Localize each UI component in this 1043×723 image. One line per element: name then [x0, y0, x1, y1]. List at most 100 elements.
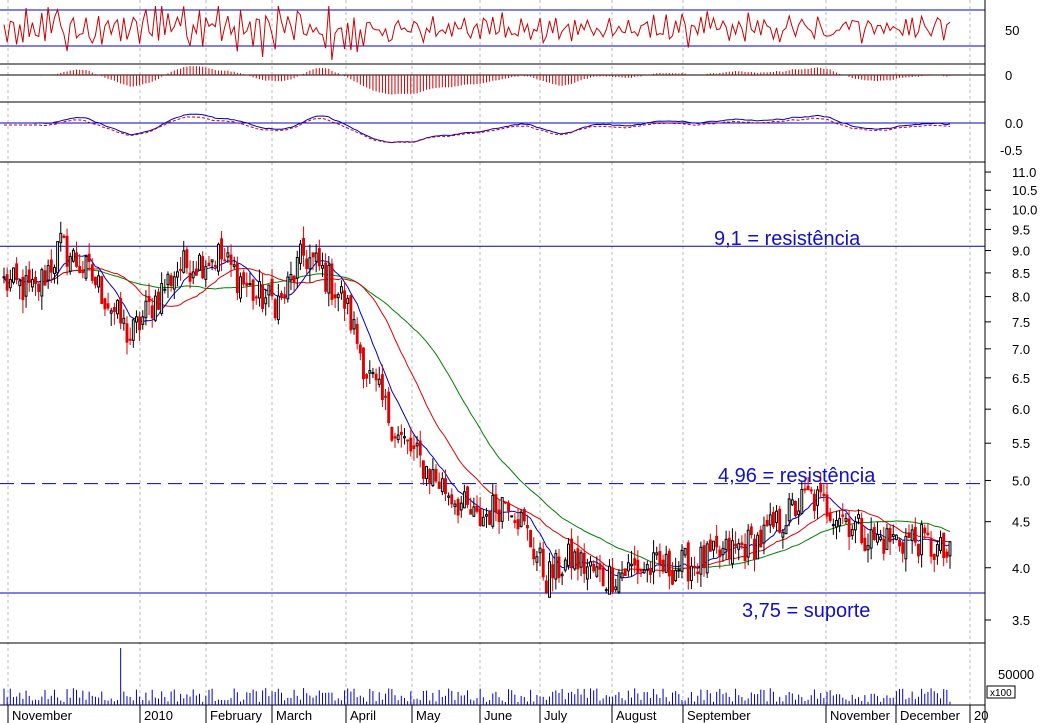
candle-body: [396, 434, 400, 441]
candle-body: [860, 517, 864, 544]
candle-body: [112, 307, 116, 312]
candle-body: [831, 524, 835, 527]
month-label: 20: [974, 708, 988, 723]
price-tick-label: 10.5: [1012, 183, 1037, 198]
candle-body: [497, 509, 501, 523]
candle-body: [409, 437, 413, 452]
candle-body: [53, 267, 56, 275]
candle-body: [576, 548, 580, 570]
candle-body: [333, 294, 337, 299]
candle-body: [109, 310, 113, 314]
candle-body: [27, 269, 31, 284]
candle-body: [677, 569, 681, 572]
candle-body: [421, 460, 425, 479]
candle-body: [526, 525, 529, 529]
candle-body: [784, 525, 788, 535]
candle-body: [90, 264, 94, 281]
candle-body: [84, 256, 88, 279]
candle-body: [879, 536, 883, 541]
month-label: December: [900, 708, 961, 723]
candle-body: [147, 295, 151, 303]
candle-body: [822, 493, 826, 496]
candle-body: [585, 566, 589, 580]
candle-body: [65, 235, 69, 267]
candle-body: [15, 263, 19, 281]
candle-body: [917, 543, 920, 557]
candle-body: [869, 529, 873, 549]
candle-body: [336, 294, 340, 299]
candle-body: [68, 255, 72, 272]
candle-body: [456, 499, 460, 516]
level-label-support: 3,75 = suporte: [742, 600, 870, 622]
candle-body: [349, 294, 353, 331]
candle-body: [828, 512, 832, 521]
candle-body: [179, 269, 183, 272]
candle-body: [160, 282, 164, 315]
candle-body: [8, 278, 12, 289]
candle-body: [232, 264, 236, 268]
candle-body: [415, 442, 419, 447]
candle-body: [850, 529, 854, 537]
candle-body: [589, 561, 592, 567]
candle-body: [907, 532, 911, 539]
candle-body: [882, 538, 886, 554]
candle-body: [150, 305, 154, 319]
candle-body: [188, 272, 192, 282]
candle-body: [97, 275, 101, 288]
candle-body: [614, 586, 618, 591]
candle-body: [298, 243, 302, 264]
candle-body: [683, 547, 687, 556]
candle-body: [891, 534, 895, 537]
candle-body: [358, 344, 362, 354]
candle-body: [229, 254, 233, 265]
candle-body: [399, 431, 403, 436]
price-tick-label: 7.5: [1012, 315, 1030, 330]
candle-body: [362, 347, 365, 380]
candle-body: [365, 374, 369, 379]
candle-body: [207, 262, 211, 267]
candle-body: [122, 317, 126, 324]
candle-body: [510, 515, 514, 518]
candle-body: [62, 235, 66, 238]
candle-body: [929, 538, 933, 557]
month-label: July: [544, 708, 568, 723]
candle-body: [876, 534, 879, 543]
price-tick-label: 8.0: [1012, 290, 1030, 305]
candle-body: [532, 548, 536, 560]
candle-body: [276, 295, 280, 321]
candle-body: [163, 288, 167, 291]
price-tick-label: 8.5: [1012, 266, 1030, 281]
candle-body: [800, 488, 804, 514]
candle-body: [87, 253, 91, 262]
candle-body: [607, 565, 611, 595]
stock-chart: 50 0 0.0 -0.5 3.5 4.0 4.5 5.0 5.5 6.0 6.5 7.0 7.…: [0, 0, 1043, 723]
candle-body: [447, 495, 451, 498]
candle-body: [78, 265, 82, 274]
candle-body: [901, 542, 905, 554]
candle-body: [175, 271, 179, 278]
candle-body: [942, 532, 946, 559]
candle-body: [116, 299, 119, 315]
candle-body: [595, 566, 599, 577]
price-tick-label: 5.0: [1012, 473, 1030, 488]
candle-body: [393, 436, 397, 439]
candle-body: [131, 319, 135, 341]
candle-body: [220, 238, 224, 260]
candle-body: [598, 563, 602, 570]
candle-body: [314, 252, 318, 262]
candle-body: [213, 264, 217, 267]
candle-body: [280, 293, 283, 297]
candle-body: [412, 445, 416, 450]
candle-body: [343, 290, 347, 309]
candle-body: [481, 516, 485, 527]
candle-body: [261, 284, 265, 309]
rsi-tick-label: 50: [1005, 23, 1019, 38]
candle-body: [21, 276, 25, 301]
candle-body: [923, 527, 927, 534]
candle-body: [715, 535, 719, 548]
macd-tick-zero: 0.0: [1005, 116, 1023, 131]
candle-body: [623, 568, 627, 576]
candle-body: [658, 550, 662, 565]
candle-body: [216, 243, 220, 272]
candle-body: [346, 297, 350, 304]
